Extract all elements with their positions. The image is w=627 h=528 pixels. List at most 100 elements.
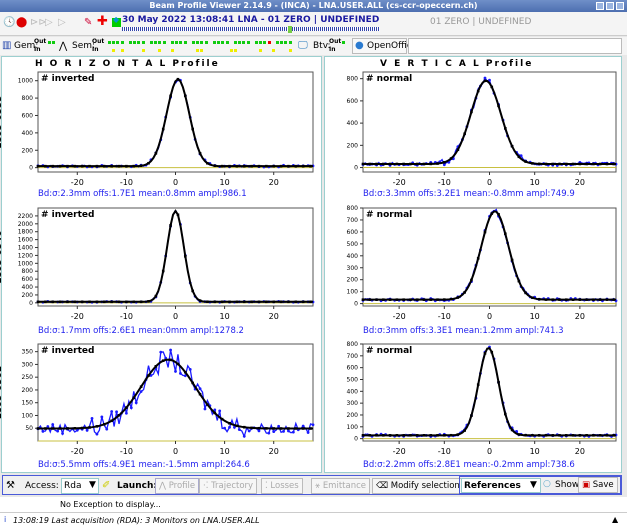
fit-point <box>456 433 460 436</box>
fit-point <box>449 433 453 437</box>
fit-point <box>361 298 365 301</box>
fit-point <box>88 164 91 168</box>
fit-point <box>436 298 439 301</box>
fit-point <box>429 298 433 301</box>
fit-point <box>301 427 305 430</box>
trajectory-button[interactable]: ·⁚ Trajectory <box>199 478 258 494</box>
access-value: Rda <box>64 481 82 491</box>
fit-point <box>504 232 507 236</box>
fit-point <box>257 426 261 430</box>
monitor-status-dot <box>242 41 246 44</box>
fit-point <box>88 426 91 429</box>
monitor-status-dot <box>116 41 120 44</box>
measured-point <box>169 348 172 352</box>
fit-point <box>571 162 575 166</box>
fit-point <box>368 162 372 166</box>
y-tick-label: 200 <box>22 292 34 299</box>
fit-point <box>544 298 548 301</box>
monitor-status-dot <box>154 41 158 44</box>
fit-point <box>422 162 426 166</box>
references-select[interactable]: References ▼ <box>461 478 541 493</box>
minimize-button[interactable] <box>596 2 604 10</box>
measured-point <box>247 429 251 433</box>
fit-point <box>443 298 446 301</box>
save-button[interactable]: ▣ Save <box>578 477 618 493</box>
fit-point <box>139 300 143 304</box>
eraser-icon[interactable]: ✎ <box>84 17 92 29</box>
save-label: Save <box>592 480 614 490</box>
fit-point <box>422 298 426 301</box>
timeline-thumb[interactable] <box>288 26 292 33</box>
close-button[interactable] <box>616 2 624 10</box>
show-radio[interactable]: ○ <box>543 479 551 489</box>
measured-point <box>100 415 104 419</box>
monitor-status-dot <box>276 41 279 44</box>
fit-point <box>436 162 439 165</box>
fit-point <box>415 162 419 166</box>
profile-chart: 0200400600800100012001400160018002000220… <box>0 207 315 321</box>
fit-point <box>605 434 609 437</box>
measured-point <box>301 424 305 428</box>
timeline-slider[interactable] <box>122 27 380 31</box>
fit-point <box>476 89 480 93</box>
plot-frame <box>362 207 617 307</box>
stop-icon[interactable]: ⬤ <box>16 17 27 29</box>
monitor-status-dot <box>259 49 263 52</box>
maximize-button[interactable] <box>606 2 614 10</box>
fit-point <box>287 427 290 430</box>
link-icon[interactable]: ✐ <box>102 480 110 492</box>
fit-point <box>551 298 555 301</box>
clock-icon[interactable]: 🕓 <box>3 17 15 29</box>
fit-point <box>309 427 312 430</box>
losses-label: Losses <box>270 481 299 491</box>
measured-point <box>139 390 143 393</box>
openoffice-button[interactable]: ● OpenOffice <box>352 38 417 54</box>
add-icon[interactable]: ✚ <box>97 15 108 28</box>
text-field[interactable] <box>408 38 622 54</box>
play-icon[interactable]: ▷ <box>45 17 53 29</box>
fit-point <box>110 419 113 423</box>
window-title: Beam Profile Viewer 2.14.9 - (INCA) - LN… <box>149 1 478 10</box>
openoffice-icon: ● <box>355 40 364 51</box>
measured-point <box>174 370 177 373</box>
fit-point <box>139 164 143 168</box>
references-value: References <box>464 481 521 491</box>
modify-selection-button[interactable]: ⌫ Modify selection <box>372 478 464 494</box>
y-tick-label: 800 <box>347 341 359 348</box>
expand-icon[interactable]: ▲ <box>612 515 618 524</box>
y-tick-label: 0 <box>354 436 358 443</box>
plot-note: # inverted <box>41 346 94 356</box>
fit-point <box>578 162 582 166</box>
fit-point <box>504 412 507 416</box>
y-tick-label: 100 <box>22 412 34 419</box>
plot-frame <box>362 71 617 173</box>
emittance-button[interactable]: ⚹ Emittance <box>311 478 370 494</box>
tools-icon[interactable]: ⚒ <box>6 480 15 492</box>
info-icon: i <box>4 515 7 524</box>
losses-button[interactable]: ⁚ Losses <box>261 478 303 494</box>
access-label: Access: <box>25 481 59 491</box>
fit-point <box>395 434 399 437</box>
monitor-status-dot <box>246 41 250 44</box>
measured-point <box>129 406 133 410</box>
fit-point <box>565 298 568 301</box>
y-tick-label: 1600 <box>18 237 33 244</box>
fit-point <box>388 162 392 166</box>
profile-button[interactable]: ⋀ Profile <box>155 478 200 494</box>
y-axis-label: Le05-0533 <box>0 95 4 148</box>
access-select[interactable]: Rda ▼ <box>61 478 99 494</box>
fit-point <box>565 434 568 437</box>
play-all-icon[interactable]: ▷ <box>58 17 66 29</box>
monitor-status-dot <box>255 41 258 44</box>
fit-point <box>235 300 239 304</box>
monitor-bar: ▥ Gem: Out In ⋀ Sem: Out In 🖵 Btv: Out I… <box>0 37 627 55</box>
fit-point <box>44 164 47 168</box>
fit-point <box>551 162 555 166</box>
monitor-status-dot <box>196 49 200 52</box>
fit-point <box>206 403 209 406</box>
x-tick-label: 20 <box>269 447 279 456</box>
fit-point <box>191 289 194 293</box>
x-tick-label: -10 <box>120 312 133 321</box>
fit-point <box>191 127 194 131</box>
y-tick-label: 0 <box>29 300 33 307</box>
